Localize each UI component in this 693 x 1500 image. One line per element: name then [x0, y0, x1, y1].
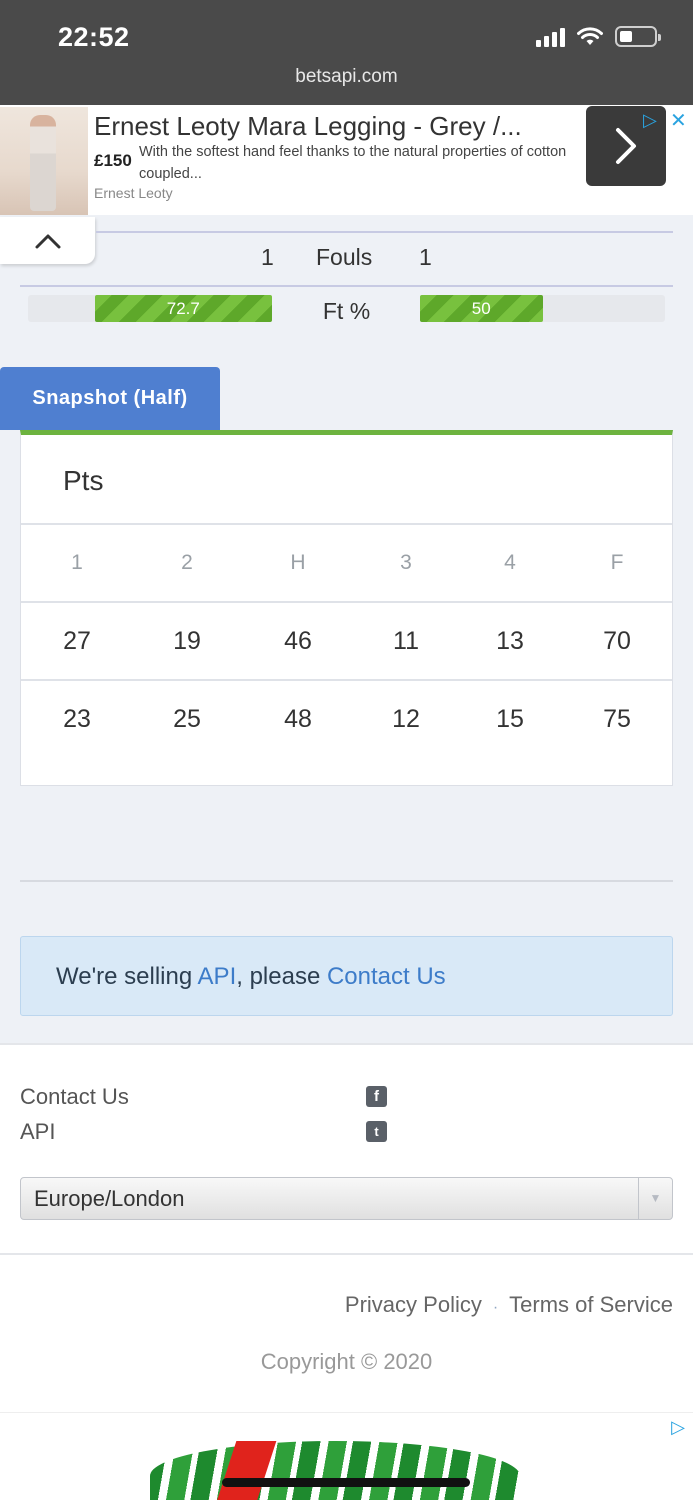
notice-text: We're selling API, please Contact Us	[56, 963, 446, 991]
table-row: 27 19 46 11 13 70	[21, 627, 672, 667]
column-header: 4	[504, 551, 516, 574]
cellular-signal-icon	[536, 27, 565, 47]
facebook-icon[interactable]: f	[366, 1086, 387, 1107]
ad-title[interactable]: Ernest Leoty Mara Legging - Grey /...	[94, 111, 522, 142]
contact-us-link[interactable]: Contact Us	[327, 963, 446, 990]
ad-logo-image[interactable]	[150, 1441, 520, 1500]
column-header: F	[610, 551, 624, 574]
ad-brand: Ernest Leoty	[94, 185, 173, 201]
twitter-icon[interactable]: t	[366, 1121, 387, 1142]
column-header: H	[290, 551, 306, 574]
table-cell: 13	[496, 627, 524, 655]
ft-percent-row: 72.7 Ft % 50	[0, 293, 693, 333]
close-icon[interactable]: ✕	[670, 108, 687, 133]
divider	[21, 601, 672, 603]
ad-banner[interactable]: Ernest Leoty Mara Legging - Grey /... £1…	[0, 105, 693, 215]
panel-title: Pts	[63, 465, 104, 496]
notice-prefix: We're selling	[56, 963, 198, 990]
fouls-label: Fouls	[316, 244, 373, 270]
divider	[21, 523, 672, 525]
table-header-row: 1 2 H 3 4 F	[21, 551, 672, 591]
table-cell: 48	[284, 705, 312, 733]
fouls-away: 1	[419, 244, 432, 270]
ft-away-fill: 50	[420, 295, 543, 322]
status-bar: 22:52 betsapi.com	[0, 0, 693, 105]
battery-icon	[615, 26, 661, 47]
notice-middle: , please	[236, 963, 327, 990]
separator: ·	[492, 1299, 499, 1316]
divider	[96, 231, 673, 233]
footer-api-link[interactable]: API	[20, 1119, 55, 1145]
divider	[0, 1253, 693, 1255]
column-header: 3	[400, 551, 412, 574]
ad-price: £150	[94, 151, 132, 170]
privacy-policy-link[interactable]: Privacy Policy	[345, 1292, 482, 1317]
api-notice: We're selling API, please Contact Us	[20, 936, 673, 1016]
adchoices-icon[interactable]: ▷	[671, 1417, 685, 1438]
table-cell: 12	[392, 705, 420, 733]
home-indicator[interactable]	[222, 1478, 470, 1487]
tab-snapshot-half[interactable]: Snapshot (Half)	[0, 367, 220, 430]
snapshot-panel: Pts 1 2 H 3 4 F 27 19 46 11 13 70 23 25 …	[20, 430, 673, 786]
ft-away-bar: 50	[420, 295, 665, 322]
adchoices-icon[interactable]: ▷	[643, 110, 657, 131]
fouls-row: 1 Fouls 1	[0, 244, 693, 274]
divider	[21, 679, 672, 681]
legal-links: Privacy Policy · Terms of Service	[345, 1292, 673, 1318]
table-cell: 11	[393, 627, 419, 655]
api-link[interactable]: API	[198, 963, 237, 990]
status-icons	[536, 26, 661, 47]
table-cell: 19	[173, 627, 201, 655]
table-cell: 15	[496, 705, 524, 733]
table-cell: 23	[63, 705, 91, 733]
timezone-select[interactable]: Europe/London ▼	[20, 1177, 673, 1220]
footer-contact-link[interactable]: Contact Us	[20, 1084, 129, 1110]
column-header: 1	[71, 551, 83, 574]
url-bar[interactable]: betsapi.com	[0, 66, 693, 88]
divider	[20, 880, 673, 882]
table-cell: 70	[603, 627, 631, 655]
terms-of-service-link[interactable]: Terms of Service	[509, 1292, 673, 1317]
table-cell: 75	[603, 705, 631, 733]
table-cell: 46	[284, 627, 312, 655]
ad-description: With the softest hand feel thanks to the…	[139, 144, 567, 182]
copyright: Copyright © 2020	[260, 1349, 433, 1374]
column-header: 2	[181, 551, 193, 574]
table-cell: 27	[63, 627, 91, 655]
table-cell: 25	[173, 705, 201, 733]
chevron-down-icon[interactable]: ▼	[638, 1178, 672, 1219]
fouls-home: 1	[261, 244, 274, 270]
wifi-icon	[577, 26, 603, 45]
timezone-value: Europe/London	[34, 1186, 185, 1211]
divider	[20, 285, 673, 287]
ad-product-image[interactable]	[0, 107, 88, 215]
clock: 22:52	[58, 22, 130, 52]
table-row: 23 25 48 12 15 75	[21, 705, 672, 745]
